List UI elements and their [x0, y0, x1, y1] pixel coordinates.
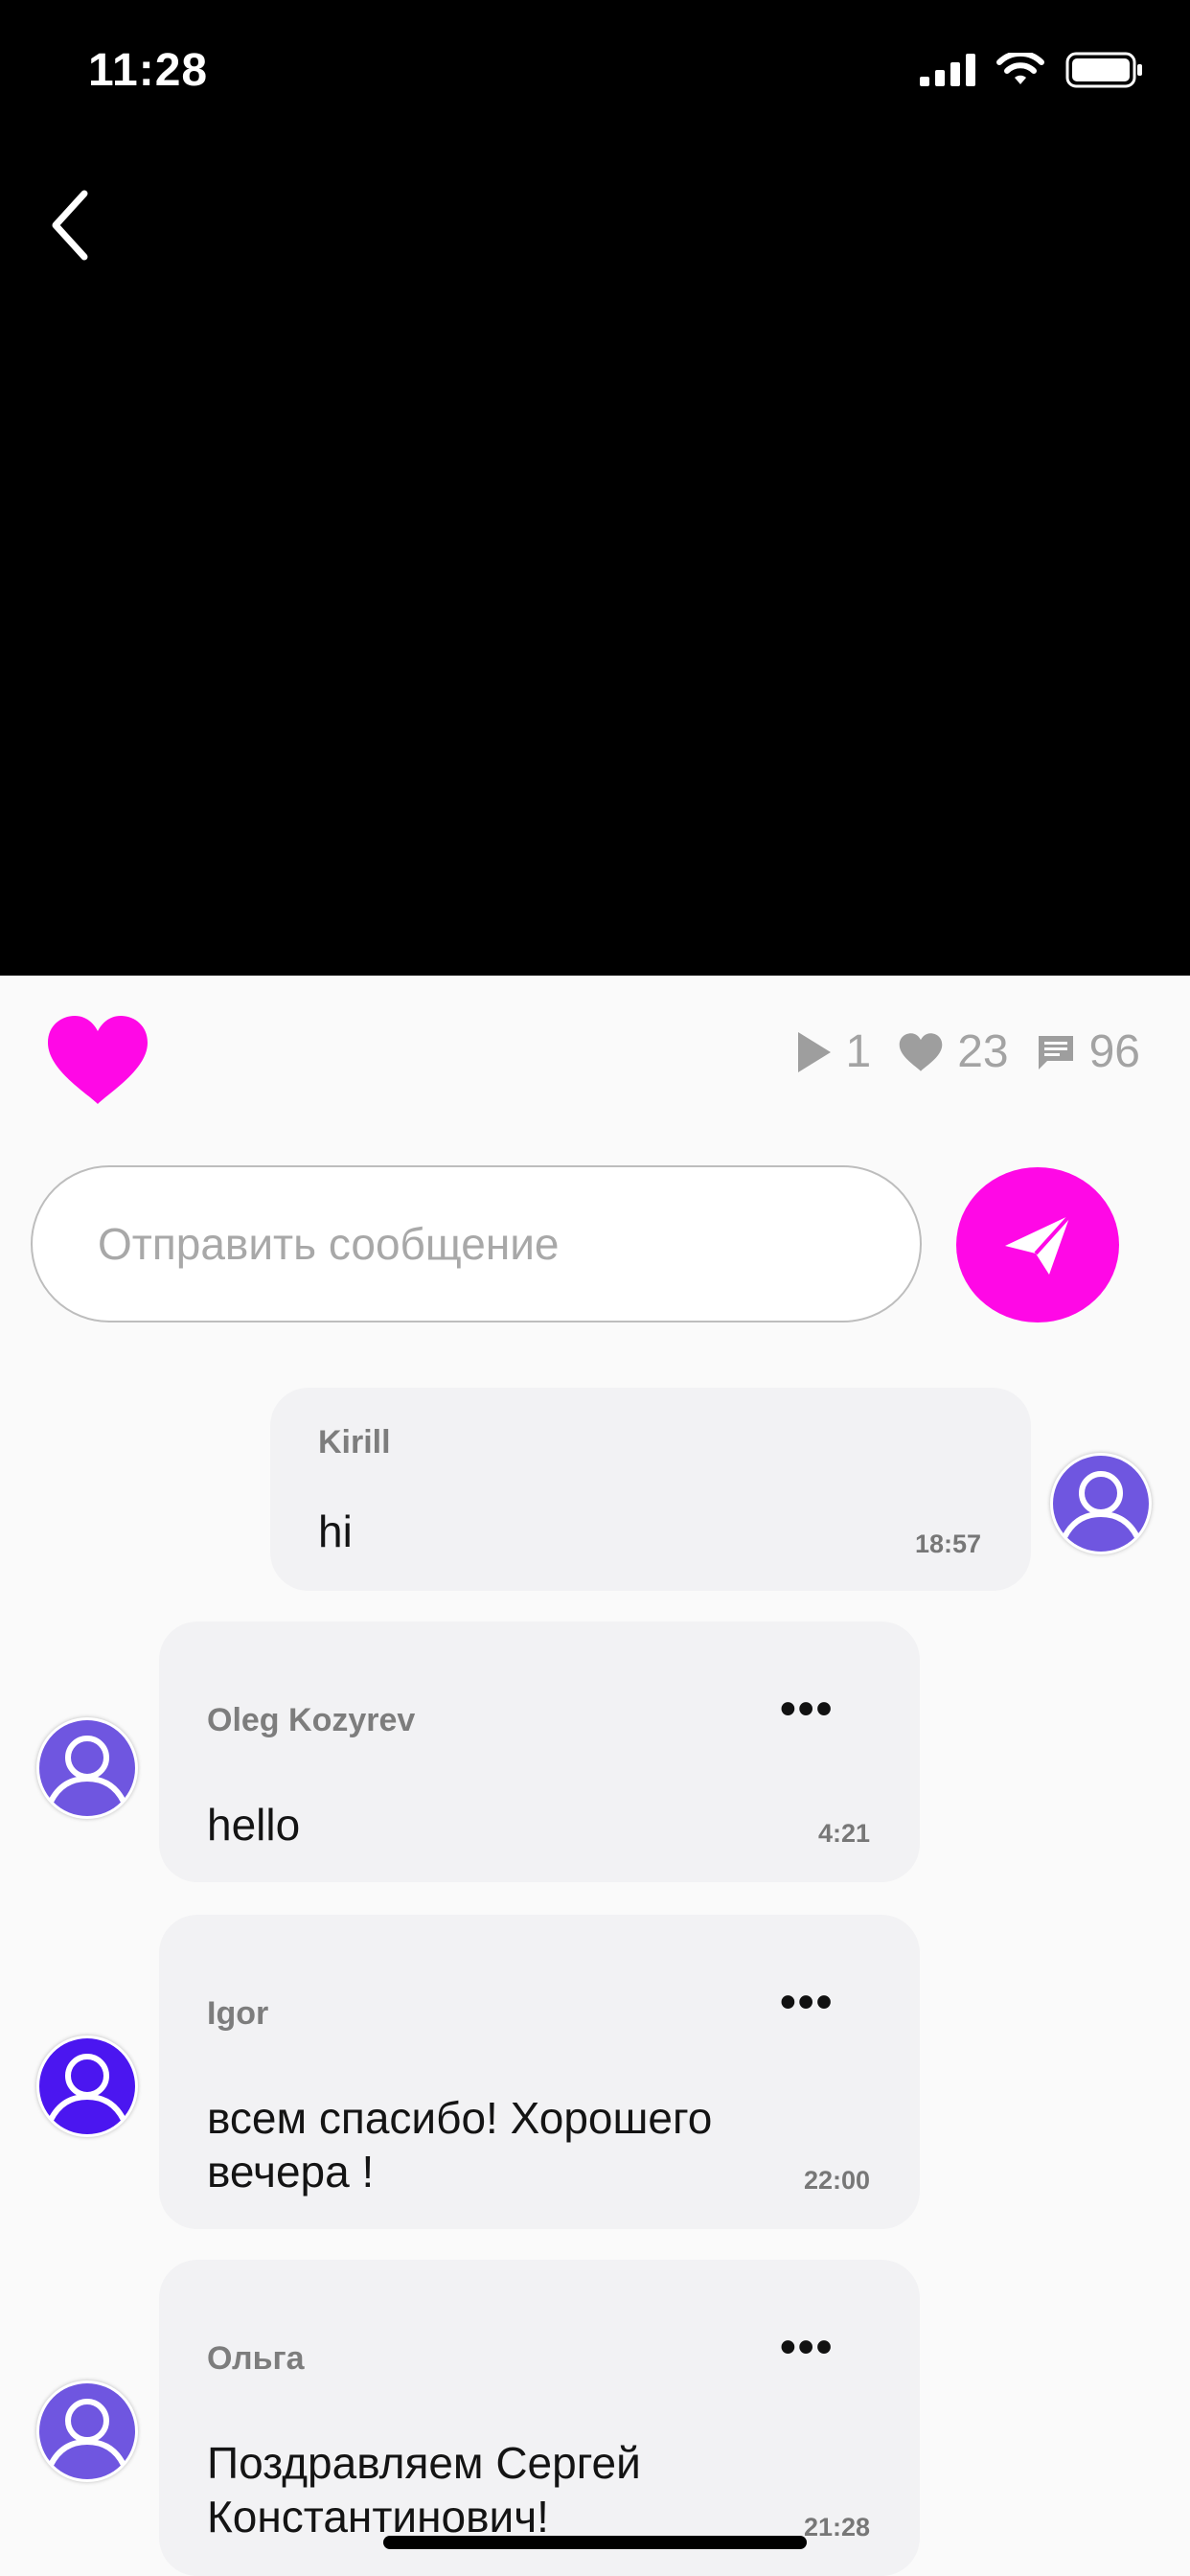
message-author: Igor [207, 1995, 269, 2032]
message-bubble: Ольга ••• Поздравляем Сергей Константино… [159, 2260, 920, 2576]
message-time: 4:21 [817, 1819, 870, 1848]
play-icon [797, 1031, 831, 1072]
plays-count: 1 [845, 1026, 872, 1077]
message-text: hello [207, 1800, 301, 1850]
user-avatar-icon [39, 2038, 135, 2134]
heart-small-icon [899, 1032, 943, 1071]
status-icons [920, 52, 1144, 88]
message-time: 18:57 [914, 1530, 981, 1558]
comments-count: 96 [1088, 1026, 1140, 1077]
more-icon[interactable]: ••• [780, 2321, 834, 2374]
signal-icon [920, 54, 975, 86]
message-bubble: Oleg Kozyrev ••• hello 4:21 [159, 1622, 920, 1882]
message-time: 22:00 [803, 2166, 870, 2195]
heart-icon[interactable] [44, 1014, 151, 1106]
message-author: Oleg Kozyrev [207, 1702, 416, 1738]
more-icon[interactable]: ••• [780, 1976, 834, 2029]
message-text: всем спасибо! Хорошего вечера ! [207, 2093, 713, 2196]
wifi-icon [996, 53, 1044, 84]
message-input[interactable]: Отправить сообщение [31, 1165, 922, 1322]
message-text: Поздравляем Сергей Константинович! [207, 2438, 641, 2542]
status-time: 11:28 [88, 45, 209, 96]
avatar[interactable] [36, 2036, 138, 2137]
message-time: 21:28 [803, 2513, 870, 2542]
message-author: Kirill [318, 1424, 391, 1460]
send-icon [1005, 1213, 1072, 1275]
battery-icon [1065, 52, 1142, 88]
send-button[interactable] [956, 1167, 1119, 1322]
back-icon[interactable] [38, 182, 105, 268]
avatar[interactable] [1050, 1453, 1152, 1554]
message-input-placeholder: Отправить сообщение [98, 1219, 560, 1269]
more-icon[interactable]: ••• [780, 1683, 834, 1736]
message-author: Ольга [207, 2340, 305, 2377]
comment-icon [1038, 1035, 1073, 1070]
message-bubble: Igor ••• всем спасибо! Хорошего вечера !… [159, 1915, 920, 2229]
plays-stat: 1 [796, 1025, 872, 1078]
avatar[interactable] [36, 2380, 138, 2482]
user-avatar-icon [1053, 1456, 1149, 1552]
avatar[interactable] [36, 1717, 138, 1819]
comments-stat: 96 [1036, 1025, 1140, 1078]
message-text: hi [318, 1506, 353, 1556]
likes-count: 23 [957, 1026, 1009, 1077]
message-bubble: Kirill hi 18:57 [270, 1388, 1031, 1591]
likes-stat: 23 [898, 1025, 1009, 1078]
stats-bar: 1 23 96 [796, 1025, 1140, 1078]
home-indicator [383, 2536, 807, 2549]
user-avatar-icon [39, 2383, 135, 2479]
user-avatar-icon [39, 1720, 135, 1816]
video-player[interactable]: 11:28 [0, 0, 1190, 976]
